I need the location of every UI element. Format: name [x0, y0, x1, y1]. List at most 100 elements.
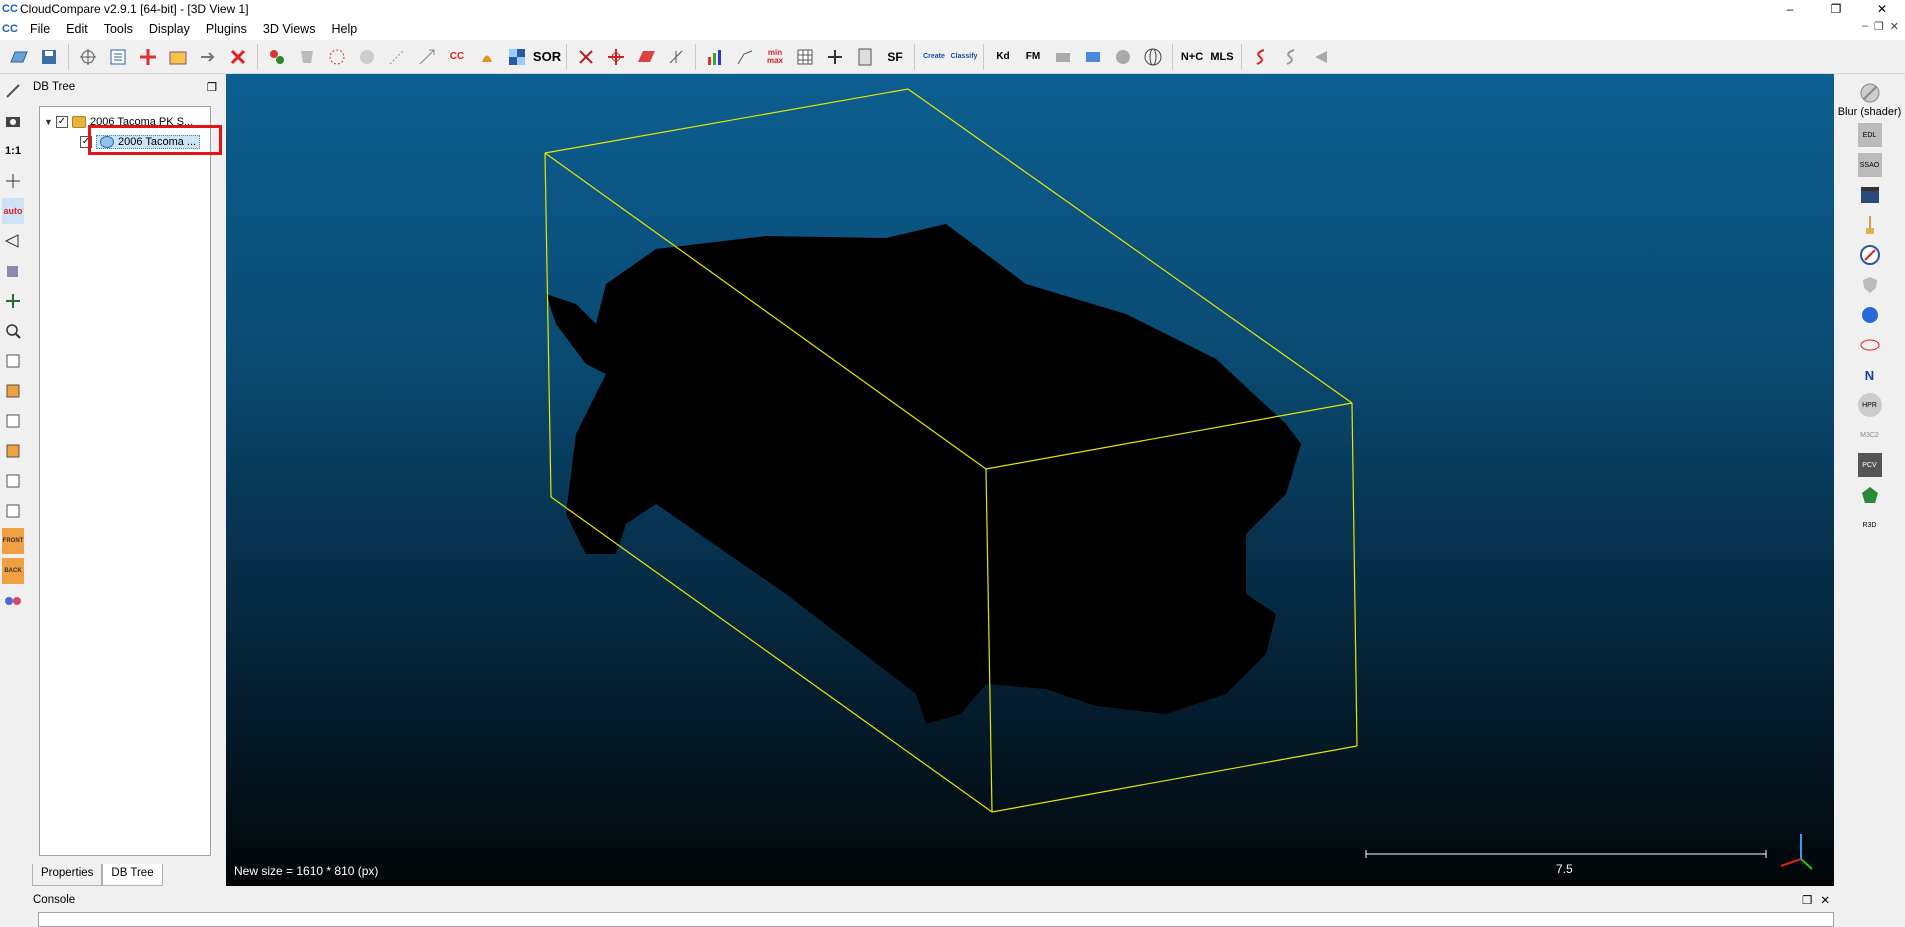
kdtree-button[interactable]: Kd — [990, 44, 1016, 70]
scalar-field-button[interactable]: SF — [882, 44, 908, 70]
bottom-view-icon[interactable] — [2, 498, 24, 524]
normal-color-button[interactable]: N+C — [1179, 44, 1205, 70]
mdi-minimize-button[interactable]: – — [1862, 20, 1868, 33]
menu-file[interactable]: File — [22, 18, 58, 40]
minimize-button[interactable]: – — [1767, 0, 1813, 18]
merge-icon[interactable] — [135, 44, 161, 70]
cube-view-icon[interactable] — [2, 258, 24, 284]
tree-row-root[interactable]: ▼ ✓ 2006 Tacoma PK S... — [44, 113, 193, 131]
stereo-icon[interactable] — [2, 588, 24, 614]
mdi-close-button[interactable]: ✕ — [1890, 20, 1899, 33]
3d-viewport[interactable]: New size = 1610 * 810 (px) 7.5 — [226, 74, 1834, 886]
canupo-create-button[interactable]: Create — [921, 44, 947, 70]
restore-button[interactable]: ❐ — [1813, 0, 1859, 18]
r3d-button[interactable]: R3D — [1858, 513, 1882, 537]
db-tree-float-button[interactable]: ❐ — [207, 80, 217, 94]
poisson-icon[interactable] — [1858, 483, 1882, 507]
cut-icon[interactable] — [573, 44, 599, 70]
tab-properties[interactable]: Properties — [32, 864, 103, 886]
curve-icon[interactable] — [1248, 44, 1274, 70]
fast-marching-button[interactable]: FM — [1020, 44, 1046, 70]
compass-icon[interactable] — [1858, 243, 1882, 267]
save-icon[interactable] — [36, 44, 62, 70]
export-icon[interactable] — [1080, 44, 1106, 70]
plane-icon[interactable] — [633, 44, 659, 70]
db-tree-view[interactable]: ▼ ✓ 2006 Tacoma PK S... ✓ 2006 Tacoma ..… — [39, 106, 211, 856]
collapse-arrow-icon[interactable]: ▼ — [44, 117, 56, 127]
menu-display[interactable]: Display — [141, 18, 198, 40]
calculator-icon[interactable] — [852, 44, 878, 70]
translate-rotate-icon[interactable] — [75, 44, 101, 70]
menu-help[interactable]: Help — [323, 18, 365, 40]
auto-center-button[interactable]: auto — [2, 198, 24, 224]
pick-icon[interactable] — [2, 78, 24, 104]
ssao-button[interactable]: SSAO — [1857, 153, 1882, 177]
mls-button[interactable]: MLS — [1209, 44, 1235, 70]
density-icon[interactable] — [354, 44, 380, 70]
pointer-tool-icon[interactable] — [1308, 44, 1334, 70]
registration-icon[interactable] — [414, 44, 440, 70]
front-view-icon[interactable] — [2, 378, 24, 404]
shield-icon[interactable] — [1858, 273, 1882, 297]
north-arrow-button[interactable]: N — [1858, 363, 1882, 387]
cc-icon[interactable]: CC — [444, 44, 470, 70]
menu-edit[interactable]: Edit — [58, 18, 96, 40]
print-icon[interactable] — [1050, 44, 1076, 70]
iso-back-button[interactable]: BACK — [2, 558, 24, 584]
scale-tool-icon[interactable] — [1278, 44, 1304, 70]
menu-tools[interactable]: Tools — [96, 18, 141, 40]
checker-icon[interactable] — [504, 44, 530, 70]
console-close-button[interactable]: ✕ — [1820, 893, 1830, 907]
cloud-visibility-checkbox[interactable]: ✓ — [80, 136, 92, 148]
list-icon[interactable] — [105, 44, 131, 70]
open-icon[interactable] — [6, 44, 32, 70]
zoom-icon[interactable] — [2, 318, 24, 344]
plot-icon[interactable] — [732, 44, 758, 70]
points-icon[interactable] — [384, 44, 410, 70]
clone-icon[interactable] — [195, 44, 221, 70]
menu-plugins[interactable]: Plugins — [198, 18, 255, 40]
zoom-one-to-one-button[interactable]: 1:1 — [2, 138, 24, 164]
ellipse-icon[interactable] — [1858, 333, 1882, 357]
sor-filter-button[interactable]: SOR — [533, 44, 561, 70]
brush-icon[interactable] — [1858, 213, 1882, 237]
hpr-button[interactable]: HPR — [1857, 393, 1882, 417]
calculator-grid-icon[interactable] — [792, 44, 818, 70]
minmax-button[interactable]: min max — [762, 44, 788, 70]
edl-button[interactable]: EDL — [1857, 123, 1882, 147]
left-view-icon[interactable] — [2, 408, 24, 434]
add-icon[interactable] — [822, 44, 848, 70]
iso-front-button[interactable]: FRONT — [2, 528, 24, 554]
menu-3d-views[interactable]: 3D Views — [255, 18, 324, 40]
visibility-checkbox[interactable]: ✓ — [56, 116, 68, 128]
histogram-icon[interactable] — [702, 44, 728, 70]
close-button[interactable]: ✕ — [1859, 0, 1905, 18]
tree-child-label[interactable]: 2006 Tacoma ... — [118, 136, 196, 148]
tab-db-tree[interactable]: DB Tree — [102, 864, 163, 886]
tree-row-cloud[interactable]: ✓ 2006 Tacoma ... — [80, 133, 201, 151]
globe-icon[interactable] — [1140, 44, 1166, 70]
m3c2-button[interactable]: M3C2 — [1858, 423, 1882, 447]
pivot-icon[interactable] — [2, 288, 24, 314]
tree-root-label[interactable]: 2006 Tacoma PK S... — [90, 116, 193, 128]
console-log[interactable] — [38, 912, 1834, 927]
no-shader-icon[interactable] — [1858, 81, 1882, 105]
delete-icon[interactable] — [225, 44, 251, 70]
sphere-icon[interactable] — [1110, 44, 1136, 70]
segment-icon[interactable] — [165, 44, 191, 70]
canupo-classify-button[interactable]: Classify — [951, 44, 978, 70]
right-view-icon[interactable] — [2, 468, 24, 494]
top-view-icon[interactable] — [2, 348, 24, 374]
center-icon[interactable] — [2, 168, 24, 194]
bell-icon[interactable] — [474, 44, 500, 70]
noise-icon[interactable] — [324, 44, 350, 70]
sample-icon[interactable] — [264, 44, 290, 70]
back-view-icon[interactable] — [2, 438, 24, 464]
subsample-icon[interactable] — [294, 44, 320, 70]
transform-icon[interactable] — [603, 44, 629, 70]
perspective-icon[interactable] — [2, 228, 24, 254]
animation-icon[interactable] — [1858, 183, 1882, 207]
mdi-restore-button[interactable]: ❐ — [1874, 20, 1884, 33]
console-float-button[interactable]: ❐ — [1802, 893, 1812, 907]
sf-plugin-icon[interactable] — [1858, 303, 1882, 327]
